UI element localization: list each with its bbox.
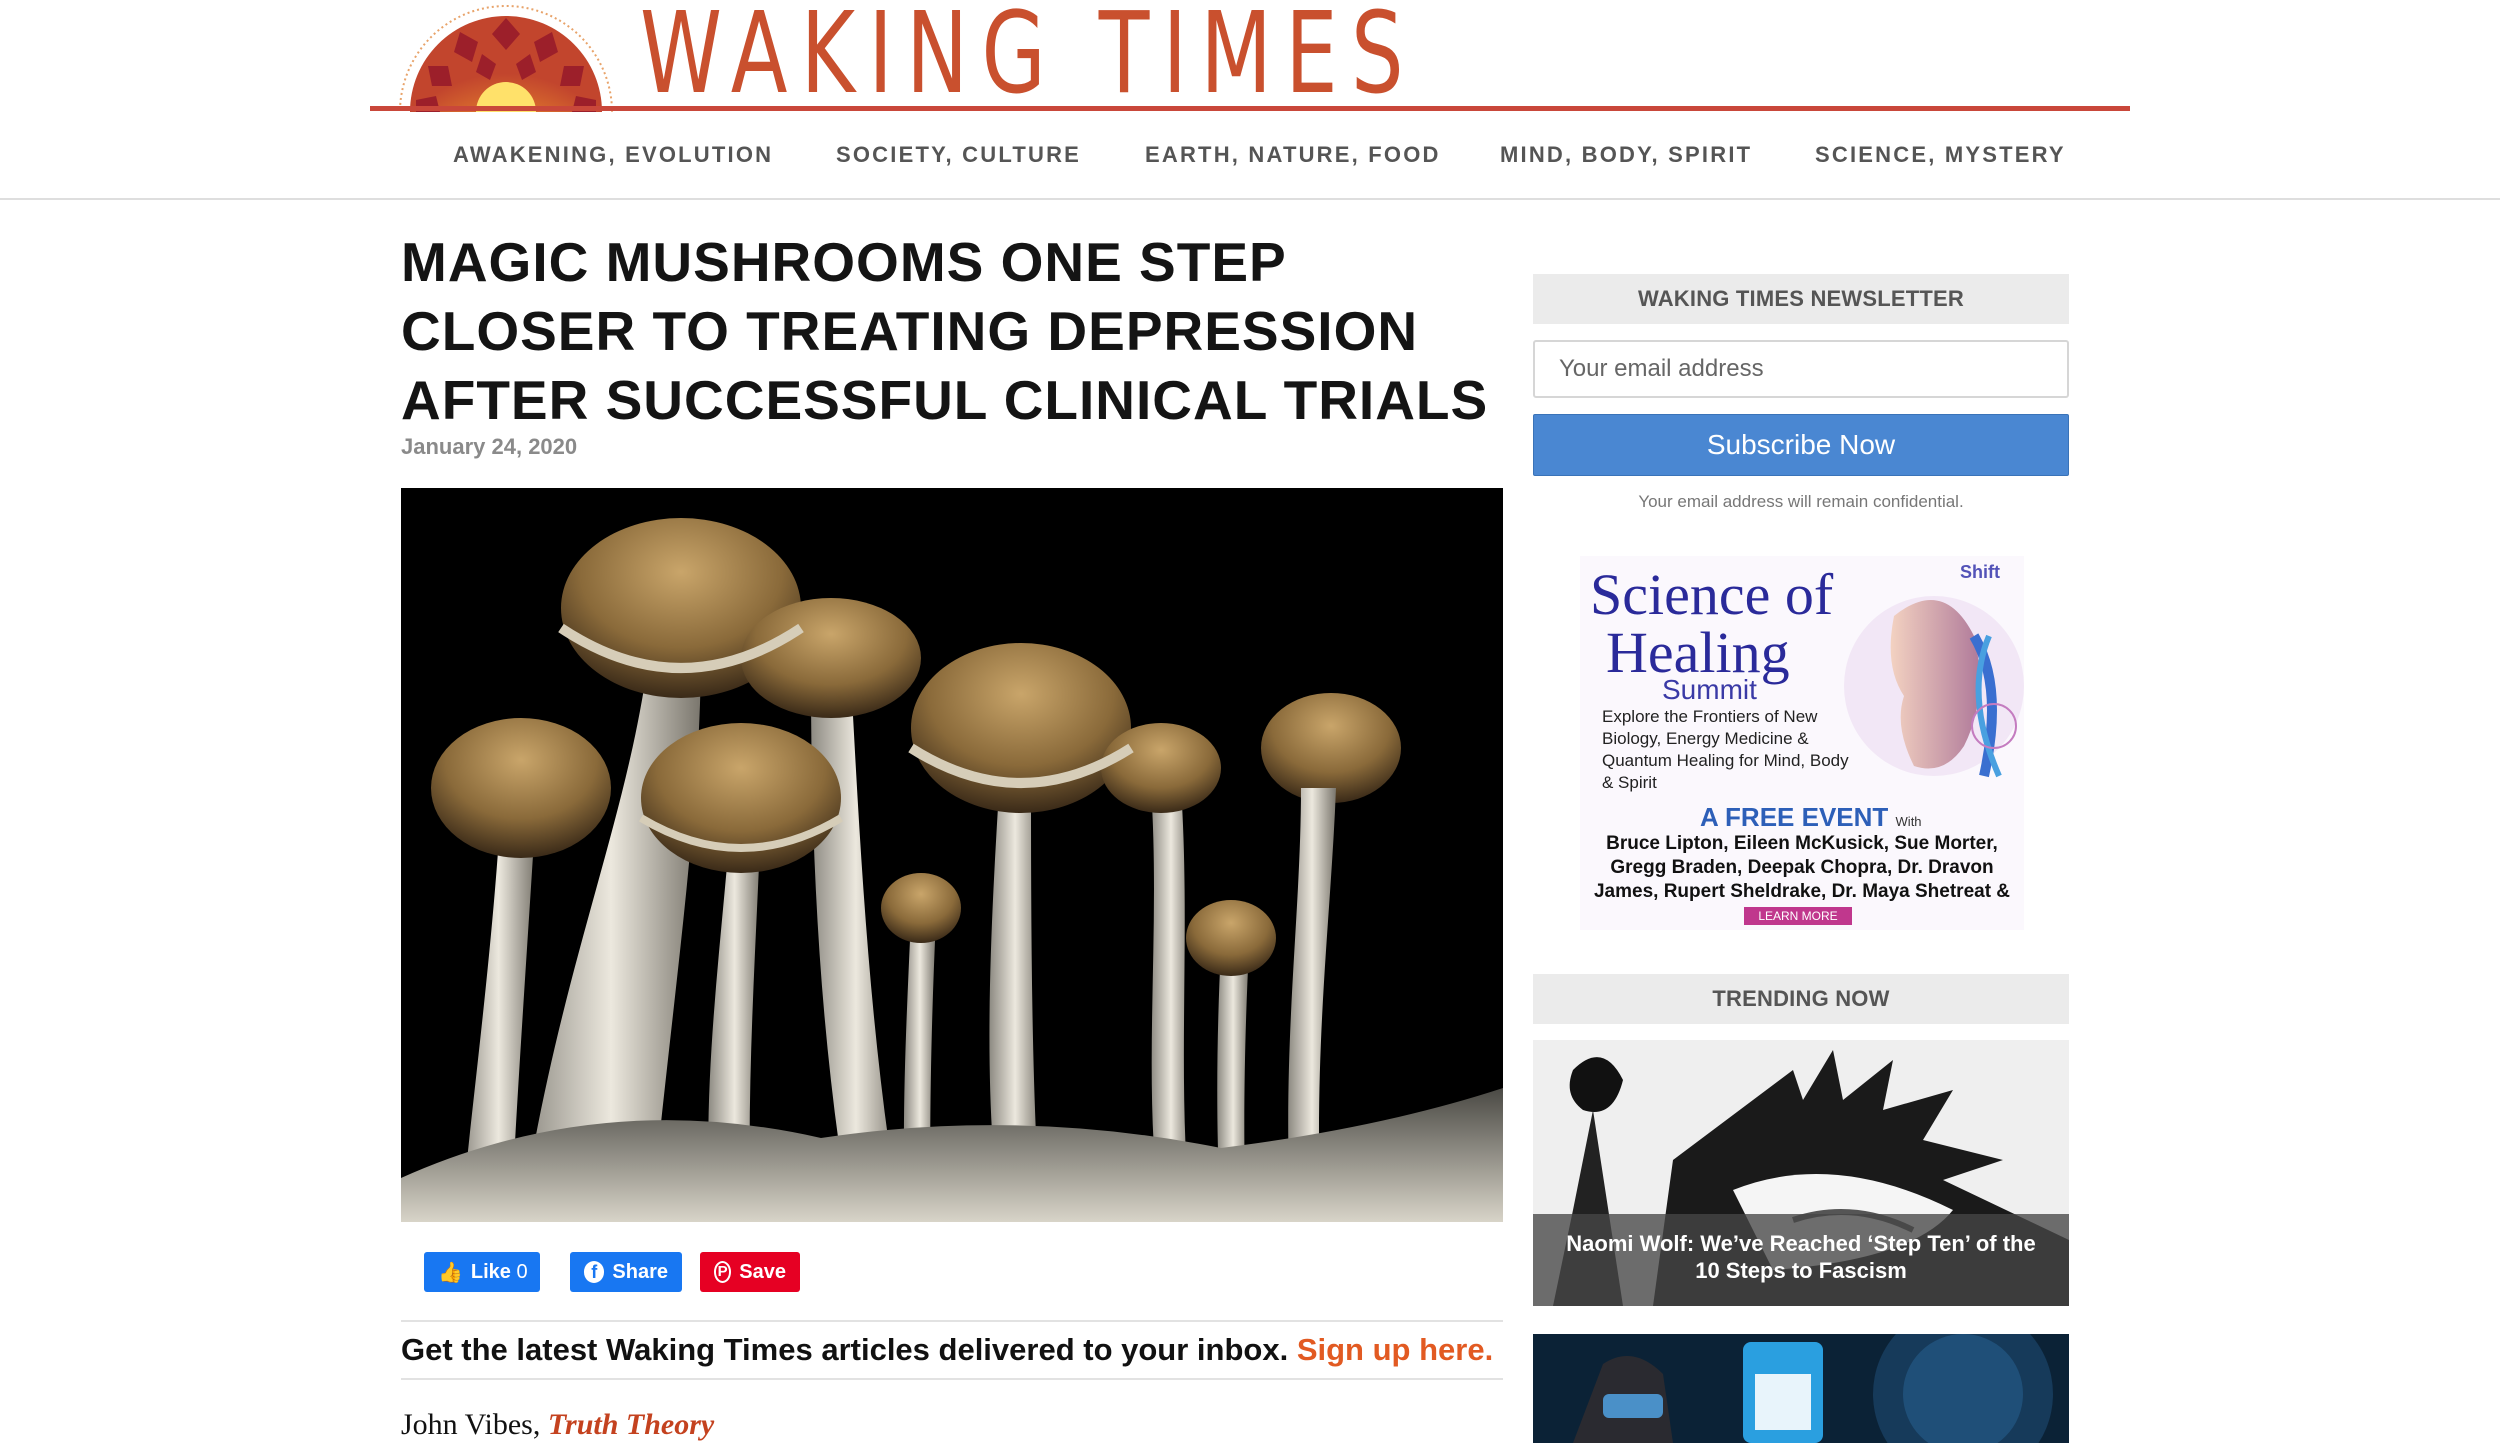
- facebook-share-button[interactable]: f Share: [570, 1252, 682, 1292]
- email-input[interactable]: [1533, 340, 2069, 398]
- face-illustration-icon: [1824, 576, 2024, 796]
- subscribe-button[interactable]: Subscribe Now: [1533, 414, 2069, 476]
- with-label: With: [1895, 814, 1922, 829]
- nav-item-earth[interactable]: EARTH, NATURE, FOOD: [1145, 138, 1441, 172]
- free-event-label: A FREE EVENT: [1700, 802, 1889, 832]
- nav-item-science[interactable]: SCIENCE, MYSTERY: [1815, 138, 2066, 172]
- source-link[interactable]: Truth Theory: [548, 1408, 714, 1441]
- author-name: John Vibes,: [401, 1408, 541, 1441]
- trending-item[interactable]: [1533, 1334, 2069, 1443]
- thumbs-up-icon: 👍: [438, 1261, 463, 1284]
- privacy-note: Your email address will remain confident…: [1638, 492, 1964, 511]
- like-label: Like: [470, 1260, 511, 1283]
- sun-mandala-icon: [386, 0, 626, 112]
- logo-underline: [370, 106, 2130, 111]
- trending-caption: Naomi Wolf: We’ve Reached ‘Step Ten’ of …: [1533, 1214, 2069, 1306]
- share-label: Share: [612, 1260, 668, 1283]
- ad-free-event: A FREE EVENT With: [1700, 802, 1922, 833]
- nav-item-society[interactable]: SOCIETY, CULTURE: [836, 138, 1081, 172]
- site-logo[interactable]: WAKING TIMES: [370, 0, 2130, 119]
- facebook-icon: f: [584, 1261, 605, 1283]
- article-date: January 24, 2020: [401, 434, 578, 459]
- article-byline: John Vibes, Truth Theory: [401, 1408, 714, 1442]
- like-count: 0: [516, 1260, 528, 1283]
- signup-link[interactable]: Sign up here.: [1297, 1332, 1493, 1367]
- nav-item-mind[interactable]: MIND, BODY, SPIRIT: [1500, 138, 1752, 172]
- site-header: WAKING TIMES AWAKENING, EVOLUTION SOCIET…: [0, 0, 2500, 200]
- pinterest-icon: P: [714, 1261, 732, 1283]
- cta-text: Get the latest Waking Times articles del…: [401, 1332, 1289, 1367]
- pinterest-save-button[interactable]: P Save: [700, 1252, 800, 1292]
- main-nav: AWAKENING, EVOLUTION SOCIETY, CULTURE EA…: [0, 138, 2500, 172]
- ad-subtitle: Summit: [1662, 674, 1757, 705]
- science-of-healing-ad[interactable]: Shift Science of Healing Summit Explore …: [1580, 556, 2024, 930]
- ad-title-line1: Science of: [1590, 562, 1834, 627]
- trending-heading: TRENDING NOW: [1533, 974, 2069, 1024]
- newsletter-cta: Get the latest Waking Times articles del…: [401, 1320, 1503, 1380]
- ad-brand: Shift: [1960, 562, 2000, 582]
- ad-body: Explore the Frontiers of New Biology, En…: [1602, 707, 1849, 792]
- hero-image: [401, 488, 1503, 1222]
- save-label: Save: [739, 1260, 786, 1283]
- article-title: MAGIC MUSHROOMS ONE STEP CLOSER TO TREAT…: [401, 231, 1489, 431]
- vaccine-passport-image: [1533, 1334, 2069, 1443]
- nav-item-awakening[interactable]: AWAKENING, EVOLUTION: [453, 138, 773, 172]
- trending-item[interactable]: Naomi Wolf: We’ve Reached ‘Step Ten’ of …: [1533, 1040, 2069, 1306]
- ad-title: Science of Healing: [1590, 566, 1833, 682]
- learn-more-button[interactable]: LEARN MORE: [1744, 907, 1852, 925]
- newsletter-heading: WAKING TIMES NEWSLETTER: [1533, 274, 2069, 324]
- facebook-like-button[interactable]: 👍 Like 0: [424, 1252, 540, 1292]
- logo-wordmark: WAKING TIMES: [640, 0, 1417, 119]
